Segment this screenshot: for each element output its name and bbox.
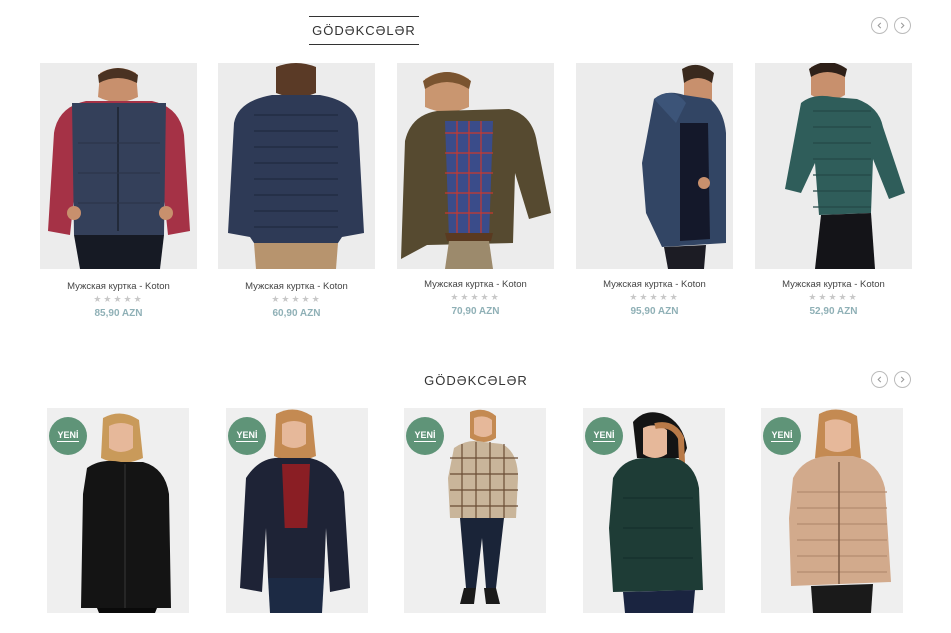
section-title: GÖDƏKCƏLƏR xyxy=(309,16,419,45)
product-card[interactable]: YENİ xyxy=(761,408,903,613)
chevron-left-icon xyxy=(877,376,882,383)
rating-stars-icon: ★★★★★ xyxy=(629,292,680,302)
new-badge: YENİ xyxy=(406,417,444,455)
product-name[interactable]: Мужская куртка - Koton xyxy=(755,279,912,290)
product-price: 95,90 AZN xyxy=(630,306,679,317)
carousel-nav xyxy=(871,17,911,34)
product-price: 85,90 AZN xyxy=(94,308,143,319)
product-price: 52,90 AZN xyxy=(809,306,858,317)
rating-stars-icon: ★★★★★ xyxy=(271,294,322,304)
product-name[interactable]: Мужская куртка - Koton xyxy=(576,279,733,290)
product-carousel-women: GÖDƏKCƏLƏR YENİ YENİ YENİ YENİ YENİ xyxy=(0,360,951,633)
carousel-nav xyxy=(871,371,911,388)
product-image[interactable] xyxy=(218,63,375,269)
carousel-prev-button[interactable] xyxy=(871,371,888,388)
section-title: GÖDƏKCƏLƏR xyxy=(424,373,528,388)
rating-stars-icon: ★★★★★ xyxy=(808,292,859,302)
product-card[interactable]: YENİ xyxy=(583,408,725,613)
chevron-right-icon xyxy=(900,22,905,29)
product-price: 60,90 AZN xyxy=(272,308,321,319)
new-badge: YENİ xyxy=(763,417,801,455)
product-card[interactable]: YENİ xyxy=(47,408,189,613)
product-carousel-men: GÖDƏKCƏLƏR Мужская куртка - Koton ★★★★★ … xyxy=(0,0,951,340)
product-price: 70,90 AZN xyxy=(451,306,500,317)
chevron-right-icon xyxy=(900,376,905,383)
product-image[interactable] xyxy=(397,63,554,269)
rating-stars-icon: ★★★★★ xyxy=(450,292,501,302)
product-image[interactable] xyxy=(576,63,733,269)
product-name[interactable]: Мужская куртка - Koton xyxy=(218,281,375,292)
new-badge: YENİ xyxy=(585,417,623,455)
carousel-next-button[interactable] xyxy=(894,371,911,388)
new-badge: YENİ xyxy=(49,417,87,455)
carousel-next-button[interactable] xyxy=(894,17,911,34)
new-badge: YENİ xyxy=(228,417,266,455)
product-card[interactable]: YENİ xyxy=(226,408,368,613)
rating-stars-icon: ★★★★★ xyxy=(93,294,144,304)
product-image[interactable] xyxy=(40,63,197,269)
product-image[interactable] xyxy=(755,63,912,269)
product-name[interactable]: Мужская куртка - Koton xyxy=(397,279,554,290)
chevron-left-icon xyxy=(877,22,882,29)
product-name[interactable]: Мужская куртка - Koton xyxy=(40,281,197,292)
product-card[interactable]: YENİ xyxy=(404,408,546,613)
carousel-prev-button[interactable] xyxy=(871,17,888,34)
